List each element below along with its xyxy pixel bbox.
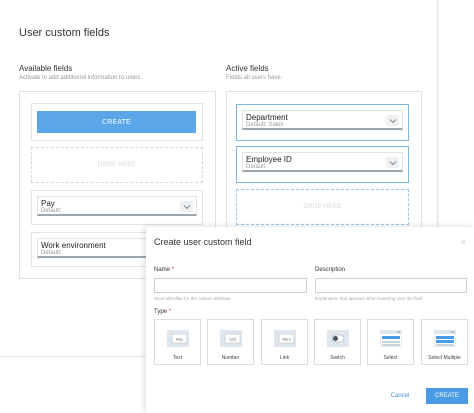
type-option-link[interactable]: http:// Link [261, 319, 308, 365]
type-option-label: Select Multiple [428, 355, 461, 361]
create-field-button[interactable]: CREATE [37, 111, 196, 133]
background-panel-lower [0, 356, 146, 413]
text-type-icon-text: Abc [176, 337, 183, 342]
field-default: Default: [41, 250, 62, 256]
type-option-label: Number [221, 355, 240, 361]
field-label: Department [246, 113, 288, 122]
type-label-text: Type [154, 309, 168, 315]
name-label-text: Name [154, 267, 171, 273]
available-fields-title: Available fields [19, 64, 73, 73]
name-hint: Short identifier for the custom attribut… [154, 296, 232, 301]
type-option-select[interactable]: Select [367, 319, 414, 365]
text-type-icon: Abc [167, 330, 189, 347]
field-label: Employee ID [246, 155, 292, 164]
page-title: User custom fields [19, 27, 110, 39]
type-option-label: Select [383, 355, 398, 361]
available-drop-zone[interactable]: DROP HERE [31, 147, 203, 183]
switch-type-icon [327, 330, 349, 347]
available-fields-desc: Activate to add additional information t… [19, 75, 143, 81]
type-option-select-multiple[interactable]: Select Multiple [421, 319, 468, 365]
type-option-label: Text [172, 355, 183, 361]
active-drop-zone[interactable]: DROP HERE [236, 189, 409, 225]
required-mark: * [168, 309, 172, 315]
type-option-text[interactable]: Abc Text [154, 319, 201, 365]
close-icon[interactable]: × [461, 237, 466, 247]
description-hint: Explanation that appears when hovering o… [315, 296, 424, 301]
link-type-icon: http:// [274, 330, 296, 347]
type-option-label: Link [279, 355, 290, 361]
field-default: Default: Sales [246, 122, 284, 128]
field-card-department[interactable]: Department Default: Sales [236, 104, 409, 141]
name-label: Name * [154, 267, 174, 273]
description-input[interactable] [315, 278, 467, 293]
select-multiple-type-icon [434, 330, 456, 347]
name-input[interactable] [154, 278, 307, 293]
select-type-icon [380, 330, 402, 347]
cancel-button[interactable]: Cancel [382, 389, 418, 403]
field-label: Pay [41, 199, 55, 208]
number-type-icon: 123 [220, 330, 242, 347]
active-fields-title: Active fields [226, 64, 269, 73]
field-select-department[interactable]: Department Default: Sales [242, 110, 403, 130]
chevron-down-icon[interactable] [386, 115, 399, 126]
type-option-number[interactable]: 123 Number [207, 319, 254, 365]
field-select-pay[interactable]: Pay Default: [37, 196, 197, 216]
field-card-employee-id[interactable]: Employee ID Default: [236, 146, 409, 183]
field-card-pay[interactable]: Pay Default: [31, 190, 203, 225]
link-type-icon-text: http:// [282, 337, 291, 341]
modal-title: Create user custom field [154, 237, 252, 247]
field-default: Default: [41, 208, 62, 214]
type-option-switch[interactable]: Switch [314, 319, 361, 365]
chevron-down-icon[interactable] [180, 201, 193, 212]
app-root: User custom fields Available fields Acti… [0, 0, 474, 413]
description-label: Description [315, 267, 346, 273]
field-label: Work environment [41, 241, 106, 250]
chevron-down-icon[interactable] [386, 157, 399, 168]
type-label: Type * [154, 309, 171, 315]
modal-create-button[interactable]: CREATE [426, 388, 468, 404]
active-fields-desc: Fields all users have. [226, 75, 283, 81]
field-select-employee-id[interactable]: Employee ID Default: [242, 152, 403, 172]
field-default: Default: [246, 164, 267, 170]
required-mark: * [171, 267, 175, 273]
number-type-icon-text: 123 [229, 337, 236, 342]
type-option-label: Switch [330, 355, 345, 361]
